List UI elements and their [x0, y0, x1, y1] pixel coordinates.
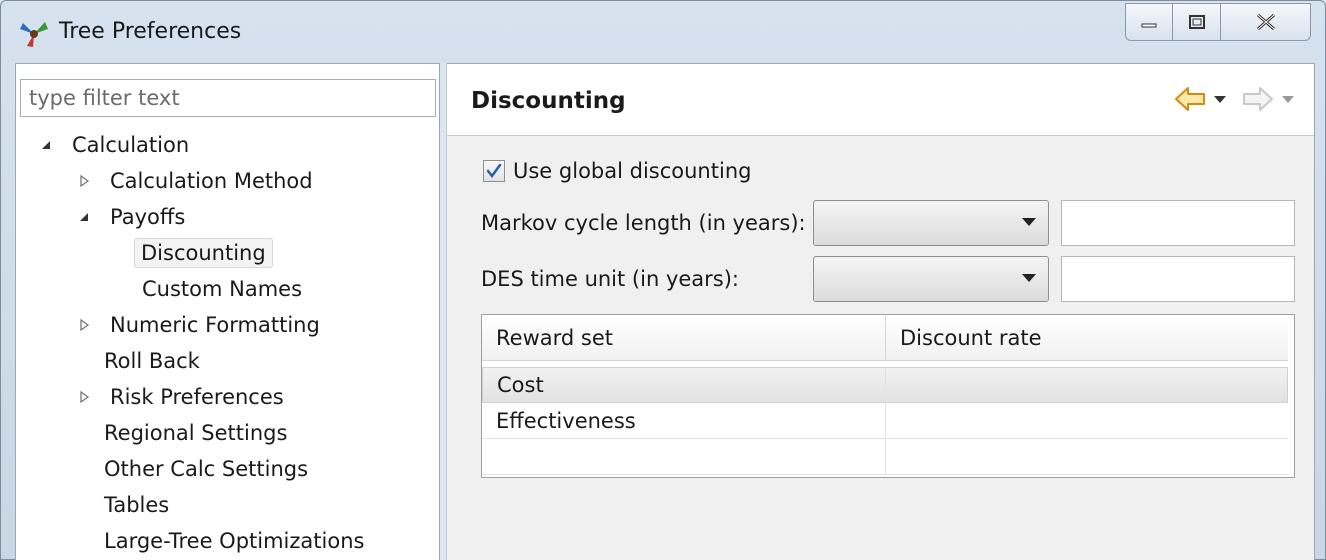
tree-item-label: Custom Names [142, 277, 303, 301]
column-header-reward-set[interactable]: Reward set [482, 315, 886, 361]
dropdown-arrow-icon [1022, 218, 1036, 226]
tree-item-label: Tables [104, 493, 170, 517]
table-header: Reward set Discount rate [482, 315, 1288, 361]
tree-item-other-calc-settings[interactable]: Other Calc Settings [98, 452, 314, 486]
page-content: Use global discounting Markov cycle leng… [447, 136, 1314, 560]
markov-cycle-row: Markov cycle length (in years): [481, 200, 1295, 246]
tree-item-tables[interactable]: Tables [98, 488, 175, 522]
maximize-icon [1188, 15, 1205, 29]
minimize-button[interactable] [1125, 3, 1173, 41]
reward-set-cell[interactable]: Effectiveness [482, 403, 886, 438]
tree-item-payoffs[interactable]: Payoffs [74, 200, 191, 234]
reward-set-table: Reward set Discount rate Cost Effectiven… [481, 314, 1295, 478]
tree-item-label: Large-Tree Optimizations [104, 529, 365, 553]
tree-item-numeric-formatting[interactable]: Numeric Formatting [74, 308, 326, 342]
close-icon [1256, 13, 1275, 31]
use-global-discounting-checkbox[interactable] [483, 160, 505, 182]
use-global-discounting-label: Use global discounting [513, 159, 752, 183]
des-time-unit-select[interactable] [813, 256, 1049, 302]
expanded-triangle-icon[interactable] [36, 135, 56, 155]
collapsed-triangle-icon[interactable] [74, 171, 94, 191]
tree-item-label: Other Calc Settings [104, 457, 309, 481]
tree-item-label: Roll Back [104, 349, 200, 373]
discount-rate-cell[interactable] [886, 403, 1288, 438]
tree-item-label: Payoffs [110, 205, 186, 229]
minimize-icon [1141, 23, 1157, 28]
tree-item-label: Risk Preferences [110, 385, 284, 409]
table-row[interactable]: Cost [482, 367, 1288, 403]
tree-item-discounting[interactable]: Discounting [134, 236, 273, 270]
forward-history-dropdown[interactable] [1280, 93, 1296, 105]
des-time-unit-label: DES time unit (in years): [481, 267, 739, 291]
page-title: Discounting [471, 88, 626, 114]
tree-item-roll-back[interactable]: Roll Back [98, 344, 206, 378]
page-header: Discounting [447, 64, 1314, 136]
window-title: Tree Preferences [59, 19, 242, 44]
dropdown-arrow-icon [1022, 274, 1036, 282]
column-header-discount-rate[interactable]: Discount rate [886, 315, 1288, 361]
discount-rate-cell[interactable] [886, 439, 1288, 474]
chevron-down-icon [1282, 96, 1294, 103]
tree-item-large-tree-optimizations[interactable]: Large-Tree Optimizations [98, 524, 370, 558]
checkmark-icon [486, 163, 502, 179]
reward-set-cell[interactable] [482, 439, 886, 474]
use-global-discounting-row[interactable]: Use global discounting [483, 159, 751, 183]
tree-item-label: Calculation Method [110, 169, 313, 193]
tree-item-label: Calculation [72, 133, 190, 157]
preferences-window: Tree Preferences Calculation Calculation… [0, 0, 1326, 560]
preferences-tree-pane: Calculation Calculation Method Payoffs D… [15, 63, 441, 560]
chevron-down-icon [1214, 96, 1226, 103]
tree-item-risk-preferences[interactable]: Risk Preferences [74, 380, 290, 414]
title-bar[interactable]: Tree Preferences [1, 1, 1325, 63]
window-controls [1125, 3, 1311, 41]
reward-set-cell[interactable]: Cost [483, 368, 886, 402]
markov-cycle-label: Markov cycle length (in years): [481, 211, 806, 235]
forward-button[interactable] [1242, 86, 1274, 112]
preference-page: Discounting Use global discounting Marko… [447, 63, 1315, 560]
des-time-unit-value-field[interactable] [1061, 256, 1295, 302]
tree-item-label: Numeric Formatting [110, 313, 320, 337]
forward-arrow-icon [1243, 87, 1273, 111]
markov-cycle-value-field[interactable] [1061, 200, 1295, 246]
tree-item-custom-names[interactable]: Custom Names [136, 272, 308, 306]
tree-item-label: Discounting [134, 238, 273, 268]
table-row[interactable] [482, 439, 1288, 475]
des-time-unit-row: DES time unit (in years): [481, 256, 1295, 302]
maximize-button[interactable] [1173, 3, 1221, 41]
filter-input[interactable] [20, 79, 436, 117]
tree-item-calculation-method[interactable]: Calculation Method [74, 164, 319, 198]
collapsed-triangle-icon[interactable] [74, 315, 94, 335]
close-button[interactable] [1221, 3, 1311, 41]
back-history-dropdown[interactable] [1212, 93, 1228, 105]
history-navigation [1174, 86, 1296, 112]
tree-item-label: Regional Settings [104, 421, 288, 445]
expanded-triangle-icon[interactable] [74, 207, 94, 227]
tree-item-calculation[interactable]: Calculation [36, 128, 195, 162]
tree-item-regional-settings[interactable]: Regional Settings [98, 416, 293, 450]
table-row[interactable]: Effectiveness [482, 403, 1288, 439]
pane-splitter[interactable] [439, 63, 447, 560]
tree-app-icon [20, 22, 48, 47]
collapsed-triangle-icon[interactable] [74, 387, 94, 407]
back-arrow-icon [1175, 87, 1205, 111]
markov-cycle-unit-select[interactable] [813, 200, 1049, 246]
discount-rate-cell[interactable] [886, 368, 1287, 402]
back-button[interactable] [1174, 86, 1206, 112]
